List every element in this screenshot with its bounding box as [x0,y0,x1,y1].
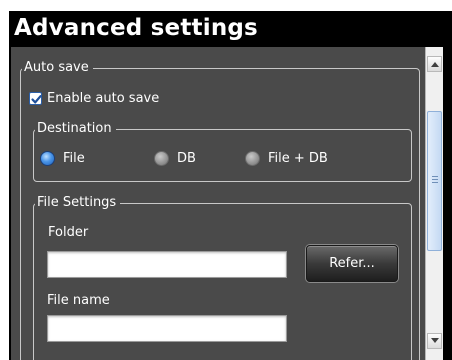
folder-label: Folder [48,225,89,240]
grip-icon [432,176,438,183]
folder-input[interactable] [47,251,287,278]
destination-legend: Destination [35,121,116,137]
destination-file-db-label: File + DB [268,151,328,166]
enable-auto-save-checkbox[interactable] [29,92,42,105]
auto-save-legend: Auto save [22,60,93,76]
refer-button[interactable]: Refer... [306,245,398,282]
scroll-thumb[interactable] [427,111,442,251]
file-name-input[interactable] [47,315,287,342]
enable-auto-save-label: Enable auto save [47,91,160,106]
settings-panel: Auto save Enable auto save Destination F… [11,47,425,360]
window-title: Advanced settings [14,15,258,41]
destination-group: Destination [33,121,412,182]
vertical-scrollbar[interactable] [425,47,443,360]
scroll-down-button[interactable] [427,333,442,349]
check-icon [31,95,42,104]
destination-file-db-radio[interactable] [245,151,260,166]
scroll-up-button[interactable] [427,56,442,72]
file-settings-legend: File Settings [35,195,121,211]
arrow-down-icon [431,338,439,343]
destination-file-radio[interactable] [40,151,55,166]
arrow-up-icon [431,62,439,67]
file-name-label: File name [47,293,110,308]
destination-db-radio[interactable] [154,151,169,166]
destination-file-label: File [63,151,85,166]
destination-db-label: DB [177,151,196,166]
